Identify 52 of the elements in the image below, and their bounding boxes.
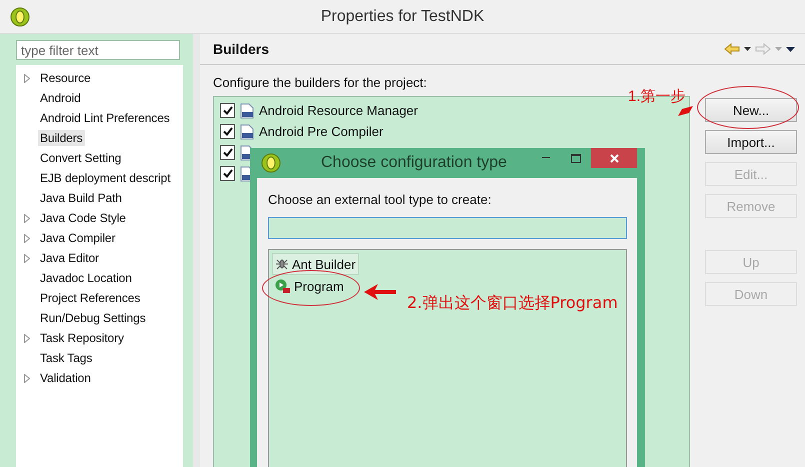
tree-item[interactable]: Java Compiler bbox=[38, 230, 118, 246]
dialog-logo-icon bbox=[261, 153, 281, 173]
tree-item[interactable]: Java Code Style bbox=[38, 210, 128, 226]
tree-item[interactable]: Android bbox=[38, 90, 83, 106]
close-icon[interactable] bbox=[591, 148, 637, 168]
annotation-text: 1.第一步 bbox=[628, 87, 686, 106]
checkbox[interactable] bbox=[220, 103, 235, 118]
type-field[interactable] bbox=[268, 217, 627, 239]
dialog-prompt: Choose an external tool type to create: bbox=[268, 192, 492, 207]
tree-item[interactable]: Java Build Path bbox=[38, 190, 124, 206]
tree-item[interactable]: Task Repository bbox=[38, 330, 126, 346]
tree-item[interactable]: Android Lint Preferences bbox=[38, 110, 172, 126]
expand-icon[interactable] bbox=[24, 234, 30, 242]
page-title: Builders bbox=[213, 41, 270, 57]
expand-icon[interactable] bbox=[24, 214, 30, 222]
tree-item[interactable]: Task Tags bbox=[38, 350, 94, 366]
run-icon bbox=[275, 278, 291, 294]
binary-file-icon bbox=[240, 102, 254, 118]
tree-item[interactable]: Convert Setting bbox=[38, 150, 124, 166]
expand-icon[interactable] bbox=[24, 254, 30, 262]
builder-name: Android Resource Manager bbox=[259, 103, 418, 118]
tree-item[interactable]: Java Editor bbox=[38, 250, 101, 266]
type-item[interactable]: Ant Builder bbox=[272, 253, 359, 275]
annotation-text: 2.弹出这个窗口选择Program bbox=[407, 293, 618, 314]
checkbox[interactable] bbox=[220, 124, 235, 139]
dropdown-icon[interactable] bbox=[744, 47, 751, 51]
annotation-arrow bbox=[364, 284, 396, 300]
action-button[interactable]: Import... bbox=[705, 130, 797, 154]
bug-icon bbox=[275, 257, 289, 271]
app-logo-icon bbox=[10, 6, 30, 26]
tree-item[interactable]: Javadoc Location bbox=[38, 270, 134, 286]
expand-icon[interactable] bbox=[24, 334, 30, 342]
checkbox[interactable] bbox=[220, 145, 235, 160]
dialog-title: Choose configuration type bbox=[321, 154, 507, 172]
builder-name: Android Pre Compiler bbox=[259, 124, 384, 139]
menu-icon[interactable] bbox=[786, 46, 795, 52]
tree-item[interactable]: Resource bbox=[38, 70, 93, 86]
checkbox[interactable] bbox=[220, 166, 235, 181]
binary-file-icon bbox=[240, 124, 254, 140]
expand-icon[interactable] bbox=[24, 374, 30, 382]
tree-item[interactable]: Project References bbox=[38, 290, 142, 306]
tree-item[interactable]: Run/Debug Settings bbox=[38, 310, 148, 326]
annotation-arrow bbox=[678, 106, 693, 116]
window-title: Properties for TestNDK bbox=[320, 8, 486, 26]
filter-field[interactable]: type filter text bbox=[16, 40, 180, 60]
builders-caption: Configure the builders for the project: bbox=[213, 75, 428, 90]
expand-icon[interactable] bbox=[24, 74, 30, 82]
tree-item[interactable]: EJB deployment descript bbox=[38, 170, 172, 186]
tree-item[interactable]: Validation bbox=[38, 370, 93, 386]
action-button[interactable]: New... bbox=[705, 98, 797, 122]
tree-item[interactable]: Builders bbox=[38, 130, 85, 146]
type-item[interactable]: Program bbox=[272, 275, 347, 297]
